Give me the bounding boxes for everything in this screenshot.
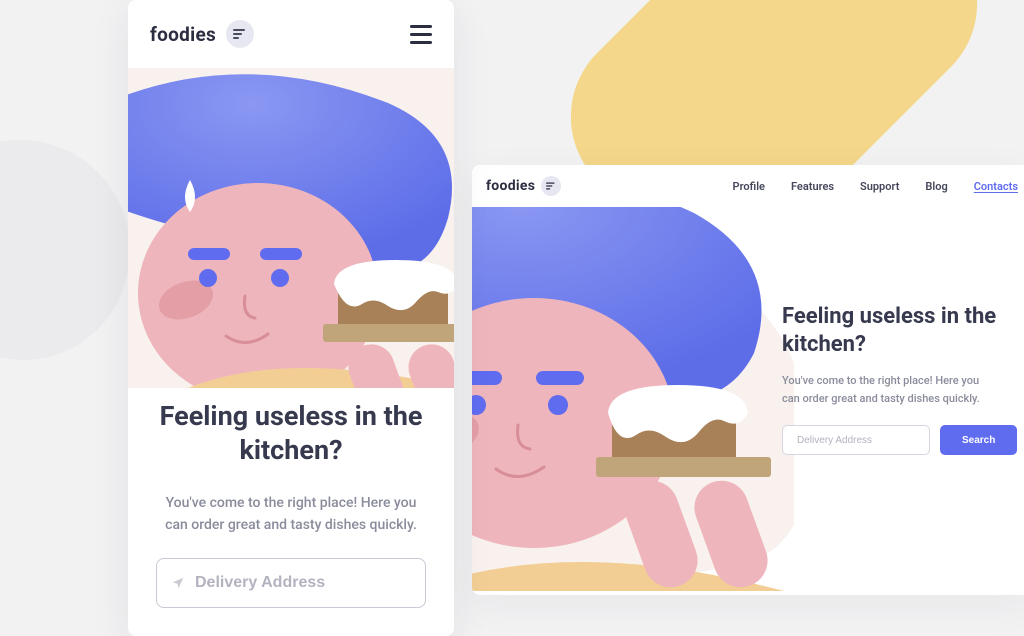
hero-subheading: You've come to the right place! Here you… (156, 492, 426, 537)
nav-blog[interactable]: Blog (925, 180, 947, 193)
delivery-address-field[interactable] (782, 425, 930, 455)
delivery-address-input[interactable] (195, 574, 411, 592)
desktop-header: foodies Profile Features Support Blog Co… (472, 165, 1024, 207)
brand[interactable]: foodies (486, 176, 561, 196)
bars-staggered-icon (541, 176, 561, 196)
location-arrow-icon (171, 576, 185, 590)
desktop-hero-illustration (472, 207, 794, 591)
desktop-mockup: foodies Profile Features Support Blog Co… (472, 165, 1024, 595)
mobile-hero-illustration (128, 68, 454, 392)
hero-heading: Feeling useless in the kitchen? (156, 400, 426, 468)
nav-contacts[interactable]: Contacts (974, 180, 1018, 193)
delivery-address-input[interactable] (797, 435, 929, 446)
hero-heading: Feeling useless in the kitchen? (782, 303, 1024, 358)
brand-name: foodies (150, 23, 216, 46)
mobile-header: foodies (128, 0, 454, 68)
bars-staggered-icon (226, 20, 254, 48)
search-row: Search (782, 425, 1024, 455)
mobile-content: Feeling useless in the kitchen? You've c… (128, 392, 454, 628)
brand[interactable]: foodies (150, 20, 254, 48)
nav-profile[interactable]: Profile (733, 180, 765, 193)
background-blob-left (0, 140, 130, 360)
mobile-mockup: foodies (128, 0, 454, 636)
nav-features[interactable]: Features (791, 180, 834, 193)
main-nav: Profile Features Support Blog Contacts (733, 180, 1018, 193)
search-button[interactable]: Search (940, 425, 1017, 455)
menu-button[interactable] (410, 25, 432, 44)
brand-name: foodies (486, 178, 535, 194)
hamburger-icon (410, 25, 432, 28)
desktop-content: Feeling useless in the kitchen? You've c… (782, 303, 1024, 455)
delivery-address-field[interactable] (156, 558, 426, 608)
hero-subheading: You've come to the right place! Here you… (782, 372, 992, 407)
nav-support[interactable]: Support (860, 180, 899, 193)
